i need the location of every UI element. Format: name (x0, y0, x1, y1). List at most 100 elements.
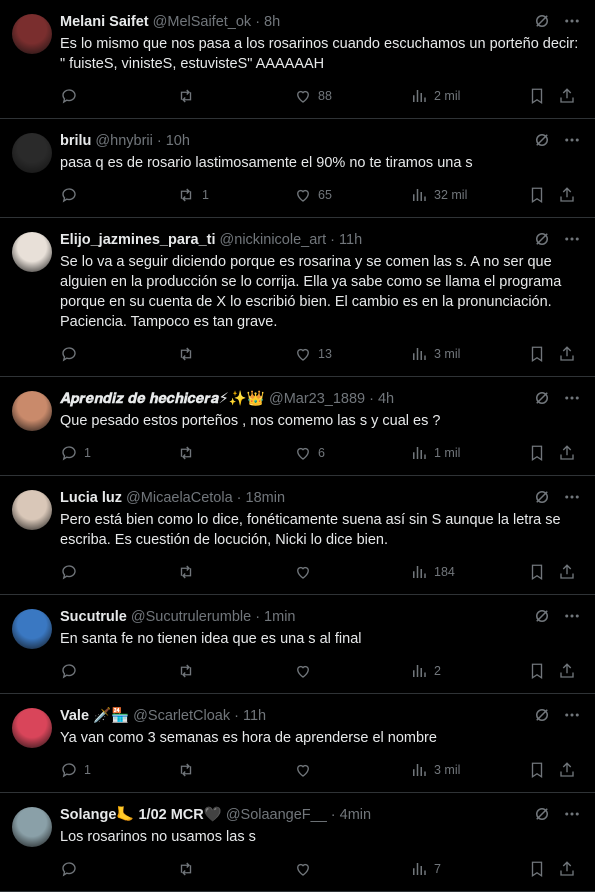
timestamp[interactable]: · 8h (255, 12, 280, 32)
like-button[interactable]: 6 (294, 443, 325, 463)
reply-button[interactable] (60, 859, 84, 879)
avatar[interactable] (12, 807, 52, 847)
display-name[interactable]: 𝑨𝒑𝒓𝒆𝒏𝒅𝒊𝒛 𝒅𝒆 𝒉𝒆𝒄𝒉𝒊𝒄𝒆𝒓𝒂⚡✨👑 (60, 389, 265, 409)
grok-icon[interactable] (533, 230, 551, 248)
reply-tweet[interactable]: Melani Saifet @MelSaifet_ok · 8h Es lo m… (0, 0, 595, 119)
like-button[interactable] (294, 661, 318, 681)
display-name[interactable]: Solange🦶 1/02 MCR🖤 (60, 805, 222, 825)
grok-icon[interactable] (533, 131, 551, 149)
reply-tweet[interactable]: brilu @hnybrii · 10h pasa q es de rosari… (0, 119, 595, 218)
reply-button[interactable]: 1 (60, 443, 91, 463)
display-name[interactable]: brilu (60, 131, 91, 151)
reply-button[interactable] (60, 344, 84, 364)
views-button[interactable]: 1 mil (410, 443, 460, 463)
reply-tweet[interactable]: Lucia luz @MicaelaCetola · 18min Pero es… (0, 476, 595, 595)
views-button[interactable]: 3 mil (410, 760, 460, 780)
more-options-icon[interactable] (563, 706, 581, 724)
timestamp[interactable]: · 11h (234, 706, 266, 726)
more-options-icon[interactable] (563, 230, 581, 248)
handle[interactable]: @nickinicole_art (220, 230, 327, 250)
bookmark-button[interactable] (528, 185, 546, 205)
handle[interactable]: @MicaelaCetola (126, 488, 233, 508)
views-button[interactable]: 32 mil (410, 185, 467, 205)
timestamp[interactable]: · 4min (331, 805, 371, 825)
more-options-icon[interactable] (563, 805, 581, 823)
grok-icon[interactable] (533, 389, 551, 407)
display-name[interactable]: Lucia luz (60, 488, 122, 508)
retweet-button[interactable] (176, 661, 202, 681)
retweet-button[interactable] (176, 443, 202, 463)
share-button[interactable] (558, 443, 576, 463)
handle[interactable]: @Sucutrulerumble (131, 607, 251, 627)
avatar[interactable] (12, 708, 52, 748)
handle[interactable]: @MelSaifet_ok (153, 12, 252, 32)
grok-icon[interactable] (533, 12, 551, 30)
reply-button[interactable]: 1 (60, 760, 91, 780)
bookmark-button[interactable] (528, 760, 546, 780)
share-button[interactable] (558, 859, 576, 879)
avatar[interactable] (12, 609, 52, 649)
views-button[interactable]: 2 (410, 661, 441, 681)
reply-tweet[interactable]: 𝑨𝒑𝒓𝒆𝒏𝒅𝒊𝒛 𝒅𝒆 𝒉𝒆𝒄𝒉𝒊𝒄𝒆𝒓𝒂⚡✨👑 @Mar23_1889 · 4… (0, 377, 595, 476)
handle[interactable]: @ScarletCloak (133, 706, 230, 726)
reply-tweet[interactable]: Solange🦶 1/02 MCR🖤 @SolaangeF__ · 4min L… (0, 793, 595, 892)
like-button[interactable]: 65 (294, 185, 332, 205)
reply-button[interactable] (60, 661, 84, 681)
bookmark-button[interactable] (528, 344, 546, 364)
display-name[interactable]: Sucutrule (60, 607, 127, 627)
bookmark-button[interactable] (528, 562, 546, 582)
display-name[interactable]: Vale 🗡️🏪 (60, 706, 129, 726)
retweet-button[interactable] (176, 760, 202, 780)
share-button[interactable] (558, 344, 576, 364)
timestamp[interactable]: · 11h (330, 230, 362, 250)
views-button[interactable]: 7 (410, 859, 441, 879)
retweet-button[interactable]: 1 (176, 185, 209, 205)
reply-tweet[interactable]: Sucutrule @Sucutrulerumble · 1min En san… (0, 595, 595, 694)
like-button[interactable] (294, 562, 318, 582)
share-button[interactable] (558, 661, 576, 681)
bookmark-button[interactable] (528, 86, 546, 106)
timestamp[interactable]: · 10h (157, 131, 190, 151)
avatar[interactable] (12, 391, 52, 431)
retweet-button[interactable] (176, 859, 202, 879)
reply-button[interactable] (60, 86, 84, 106)
retweet-button[interactable] (176, 344, 202, 364)
timestamp[interactable]: · 1min (255, 607, 295, 627)
avatar[interactable] (12, 490, 52, 530)
reply-button[interactable] (60, 562, 84, 582)
views-button[interactable]: 184 (410, 562, 455, 582)
share-button[interactable] (558, 185, 576, 205)
more-options-icon[interactable] (563, 131, 581, 149)
grok-icon[interactable] (533, 488, 551, 506)
reply-tweet[interactable]: Elijo_jazmines_para_ti @nickinicole_art … (0, 218, 595, 377)
reply-tweet[interactable]: Vale 🗡️🏪 @ScarletCloak · 11h Ya van como… (0, 694, 595, 793)
retweet-button[interactable] (176, 562, 202, 582)
grok-icon[interactable] (533, 706, 551, 724)
handle[interactable]: @SolaangeF__ (226, 805, 327, 825)
bookmark-button[interactable] (528, 443, 546, 463)
share-button[interactable] (558, 760, 576, 780)
share-button[interactable] (558, 562, 576, 582)
grok-icon[interactable] (533, 607, 551, 625)
handle[interactable]: @Mar23_1889 (269, 389, 365, 409)
grok-icon[interactable] (533, 805, 551, 823)
avatar[interactable] (12, 232, 52, 272)
like-button[interactable] (294, 760, 318, 780)
timestamp[interactable]: · 4h (369, 389, 394, 409)
more-options-icon[interactable] (563, 389, 581, 407)
display-name[interactable]: Elijo_jazmines_para_ti (60, 230, 216, 250)
retweet-button[interactable] (176, 86, 202, 106)
timestamp[interactable]: · 18min (237, 488, 285, 508)
bookmark-button[interactable] (528, 661, 546, 681)
like-button[interactable]: 13 (294, 344, 332, 364)
views-button[interactable]: 2 mil (410, 86, 460, 106)
more-options-icon[interactable] (563, 488, 581, 506)
more-options-icon[interactable] (563, 607, 581, 625)
avatar[interactable] (12, 133, 52, 173)
display-name[interactable]: Melani Saifet (60, 12, 149, 32)
reply-button[interactable] (60, 185, 84, 205)
like-button[interactable]: 88 (294, 86, 332, 106)
views-button[interactable]: 3 mil (410, 344, 460, 364)
bookmark-button[interactable] (528, 859, 546, 879)
more-options-icon[interactable] (563, 12, 581, 30)
